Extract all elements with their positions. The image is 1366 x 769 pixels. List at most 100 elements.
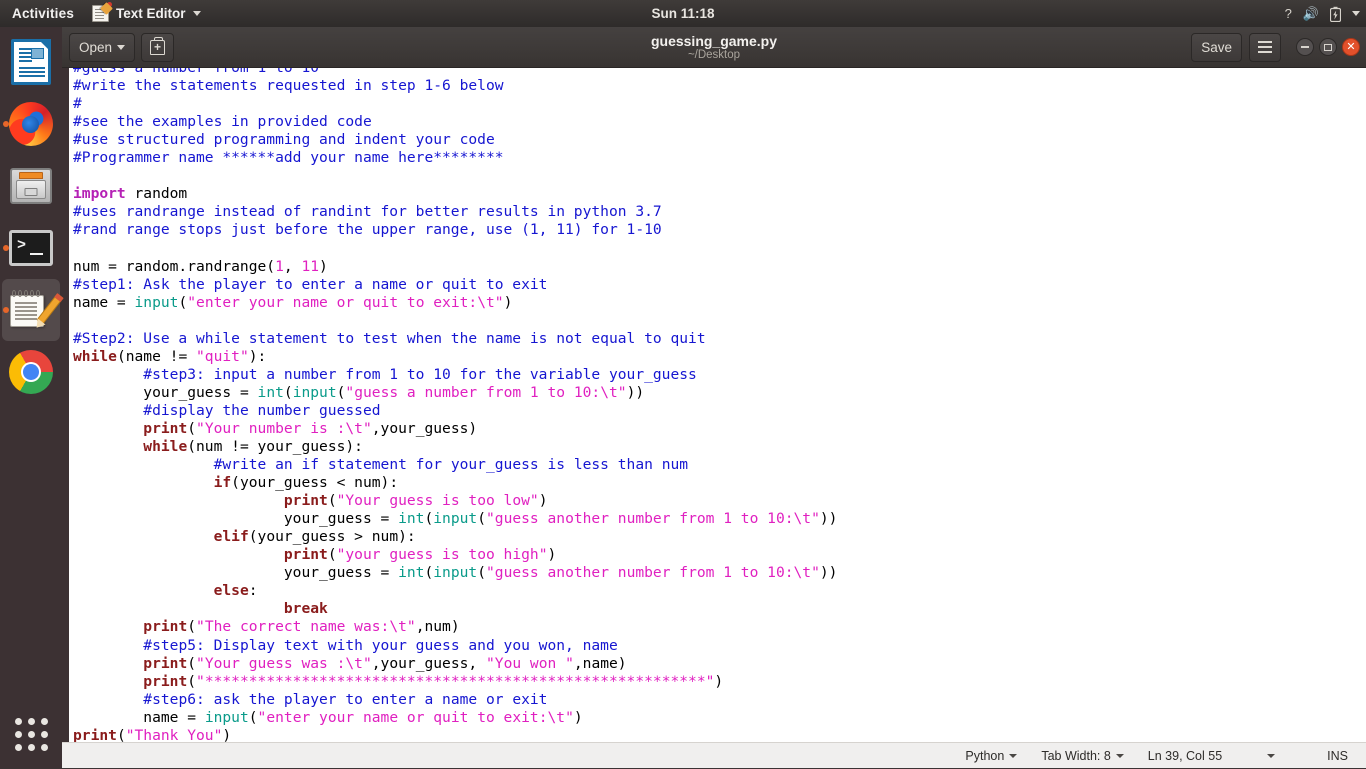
code-line: #rand range stops just before the upper …: [73, 221, 1366, 239]
code-token: input: [204, 708, 249, 726]
code-token: :: [248, 582, 258, 600]
maximize-button[interactable]: [1319, 38, 1337, 56]
code-token: ): [547, 546, 557, 564]
language-selector[interactable]: Python: [953, 743, 1029, 769]
ubuntu-dock: >: [0, 27, 64, 768]
insert-mode-indicator: INS: [1315, 743, 1354, 769]
code-token: "guess another number from 1 to 10:\t": [486, 564, 820, 582]
code-token: #: [73, 95, 82, 113]
code-token: 11: [301, 257, 320, 275]
code-line: name = input("enter your name or quit to…: [73, 709, 1366, 727]
show-applications-button[interactable]: [0, 706, 62, 762]
code-token: "enter your name or quit to exit:\t": [257, 708, 574, 726]
battery-icon[interactable]: [1330, 6, 1341, 22]
close-button[interactable]: ✕: [1342, 38, 1360, 56]
tab-width-selector[interactable]: Tab Width: 8: [1029, 743, 1135, 769]
code-token: print: [143, 618, 188, 636]
code-token: #see the examples in provided code: [73, 113, 372, 131]
code-text-area[interactable]: #guess a number from 1 to 10#write the s…: [69, 68, 1366, 742]
code-token: #step6: ask the player to enter a name o…: [143, 690, 548, 708]
headerbar-right-controls: Save ✕: [1191, 32, 1360, 62]
chevron-down-icon: [192, 11, 201, 16]
insert-mode-label: INS: [1327, 748, 1348, 763]
minimize-button[interactable]: [1296, 38, 1314, 56]
code-token: "Your number is :\t": [196, 419, 372, 437]
volume-icon[interactable]: 🔊: [1303, 0, 1319, 27]
text-editor-window: Open guessing_game.py ~/Desktop Save ✕: [62, 27, 1366, 768]
save-button[interactable]: Save: [1191, 32, 1242, 62]
code-token: #guess a number from 1 to 10: [73, 68, 319, 76]
dock-item-chrome[interactable]: [0, 341, 62, 403]
code-token: print: [73, 726, 117, 742]
help-icon[interactable]: ?: [1285, 0, 1292, 27]
code-token: (num != your_guess):: [187, 437, 363, 455]
code-line: name = input("enter your name or quit to…: [73, 294, 1366, 312]
battery-glyph: [1330, 6, 1341, 22]
code-token: while: [73, 347, 117, 365]
dock-item-text-editor[interactable]: [2, 279, 64, 341]
new-document-button[interactable]: [141, 32, 175, 62]
chevron-down-icon: [1267, 753, 1276, 758]
dock-item-libreoffice-writer[interactable]: [0, 31, 62, 93]
code-token: #uses randrange instead of randint for b…: [73, 203, 662, 221]
dock-item-files[interactable]: [0, 155, 62, 217]
code-token: "enter your name or quit to exit:\t": [187, 293, 504, 311]
code-token: (your_guess < num):: [231, 474, 399, 492]
code-line: #Step2: Use a while statement to test wh…: [73, 330, 1366, 348]
activities-button[interactable]: Activities: [0, 0, 84, 27]
chevron-down-icon: [1115, 753, 1124, 758]
code-line: while(name != "quit"):: [73, 348, 1366, 366]
code-token: #step1: Ask the player to enter a name o…: [73, 275, 548, 293]
code-token: "The correct name was:\t": [196, 618, 416, 636]
code-token: (: [116, 726, 126, 742]
code-line: print("Your number is :\t",your_guess): [73, 420, 1366, 438]
save-button-label: Save: [1201, 39, 1232, 55]
dock-item-terminal[interactable]: >: [0, 217, 62, 279]
code-token: your_guess =: [73, 564, 399, 582]
code-token: ,: [283, 257, 302, 275]
dock-item-firefox[interactable]: [0, 93, 62, 155]
code-token: your_guess =: [73, 510, 399, 528]
code-token: ): [538, 492, 548, 510]
text-editor-icon: [8, 287, 64, 333]
app-menu-button[interactable]: Text Editor: [84, 0, 209, 27]
window-controls: ✕: [1296, 38, 1360, 56]
code-token: "Thank You": [125, 726, 223, 742]
code-line: print("Thank You"): [73, 727, 1366, 742]
code-line: import random: [73, 185, 1366, 203]
code-token: #use structured programming and indent y…: [73, 131, 495, 149]
code-line: #write an if statement for your_guess is…: [73, 456, 1366, 474]
code-token: random: [125, 185, 188, 203]
code-line: #step6: ask the player to enter a name o…: [73, 691, 1366, 709]
open-button[interactable]: Open: [69, 32, 136, 62]
code-token: num = random.randrange(: [73, 257, 276, 275]
code-token: (name !=: [116, 347, 197, 365]
app-menu-label: Text Editor: [116, 6, 186, 21]
code-token: ,your_guess): [371, 419, 478, 437]
code-token: int: [257, 383, 284, 401]
system-tray: ? 🔊: [1285, 0, 1360, 27]
code-token: ): [503, 293, 513, 311]
code-token: "Your guess was :\t": [196, 654, 372, 672]
system-menu-chevron-icon[interactable]: [1352, 11, 1360, 16]
code-line: your_guess = int(input("guess another nu…: [73, 564, 1366, 582]
code-line: your_guess = int(input("guess another nu…: [73, 510, 1366, 528]
code-token: print: [143, 419, 188, 437]
code-token: (: [187, 419, 197, 437]
code-line: print("your guess is too high"): [73, 546, 1366, 564]
code-token: (: [424, 510, 434, 528]
open-button-label: Open: [79, 39, 113, 55]
editor-left-margin: [62, 68, 69, 742]
hamburger-menu-button[interactable]: [1249, 32, 1281, 62]
cursor-position-selector[interactable]: Ln 39, Col 55: [1136, 743, 1315, 769]
code-token: "You won ": [486, 654, 574, 672]
code-token: ):: [248, 347, 267, 365]
